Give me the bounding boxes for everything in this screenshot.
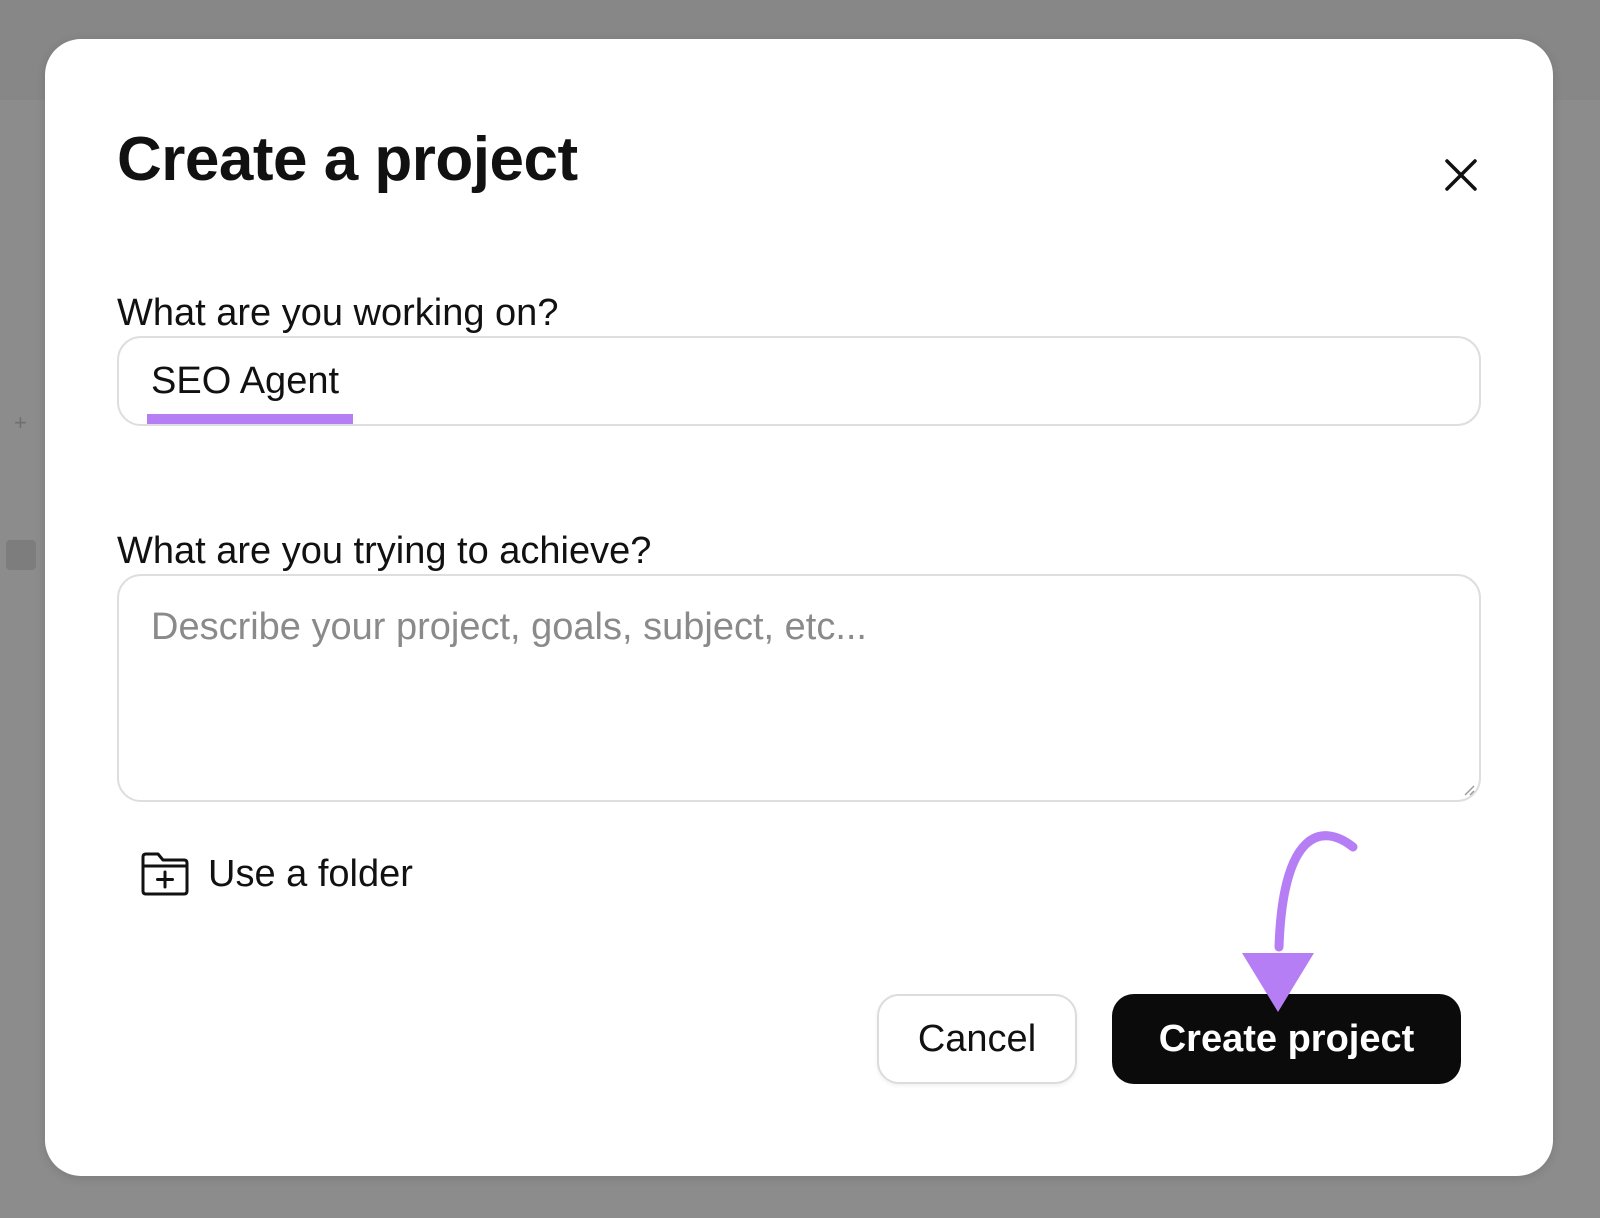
background-plus-icon: + [14, 410, 27, 435]
cancel-button[interactable]: Cancel [877, 994, 1077, 1084]
project-goal-textarea[interactable]: Describe your project, goals, subject, e… [117, 574, 1481, 802]
folder-plus-icon [141, 852, 189, 896]
project-goal-label: What are you trying to achieve? [117, 530, 652, 572]
background-item [6, 540, 36, 570]
use-folder-label: Use a folder [208, 853, 413, 895]
project-name-input[interactable]: SEO Agent [117, 336, 1481, 426]
use-folder-button[interactable]: Use a folder [140, 844, 413, 904]
project-name-label: What are you working on? [117, 292, 559, 334]
create-project-button[interactable]: Create project [1112, 994, 1461, 1084]
highlight-underline [147, 414, 353, 424]
annotation-arrow-icon [1242, 831, 1358, 1012]
resize-handle-icon[interactable] [1463, 784, 1475, 796]
dialog-title: Create a project [117, 125, 578, 194]
close-button[interactable] [1435, 149, 1487, 201]
project-goal-placeholder: Describe your project, goals, subject, e… [151, 606, 867, 648]
project-name-value: SEO Agent [151, 360, 340, 402]
create-project-dialog: Create a project What are you working on… [45, 39, 1553, 1176]
close-icon [1445, 159, 1477, 191]
